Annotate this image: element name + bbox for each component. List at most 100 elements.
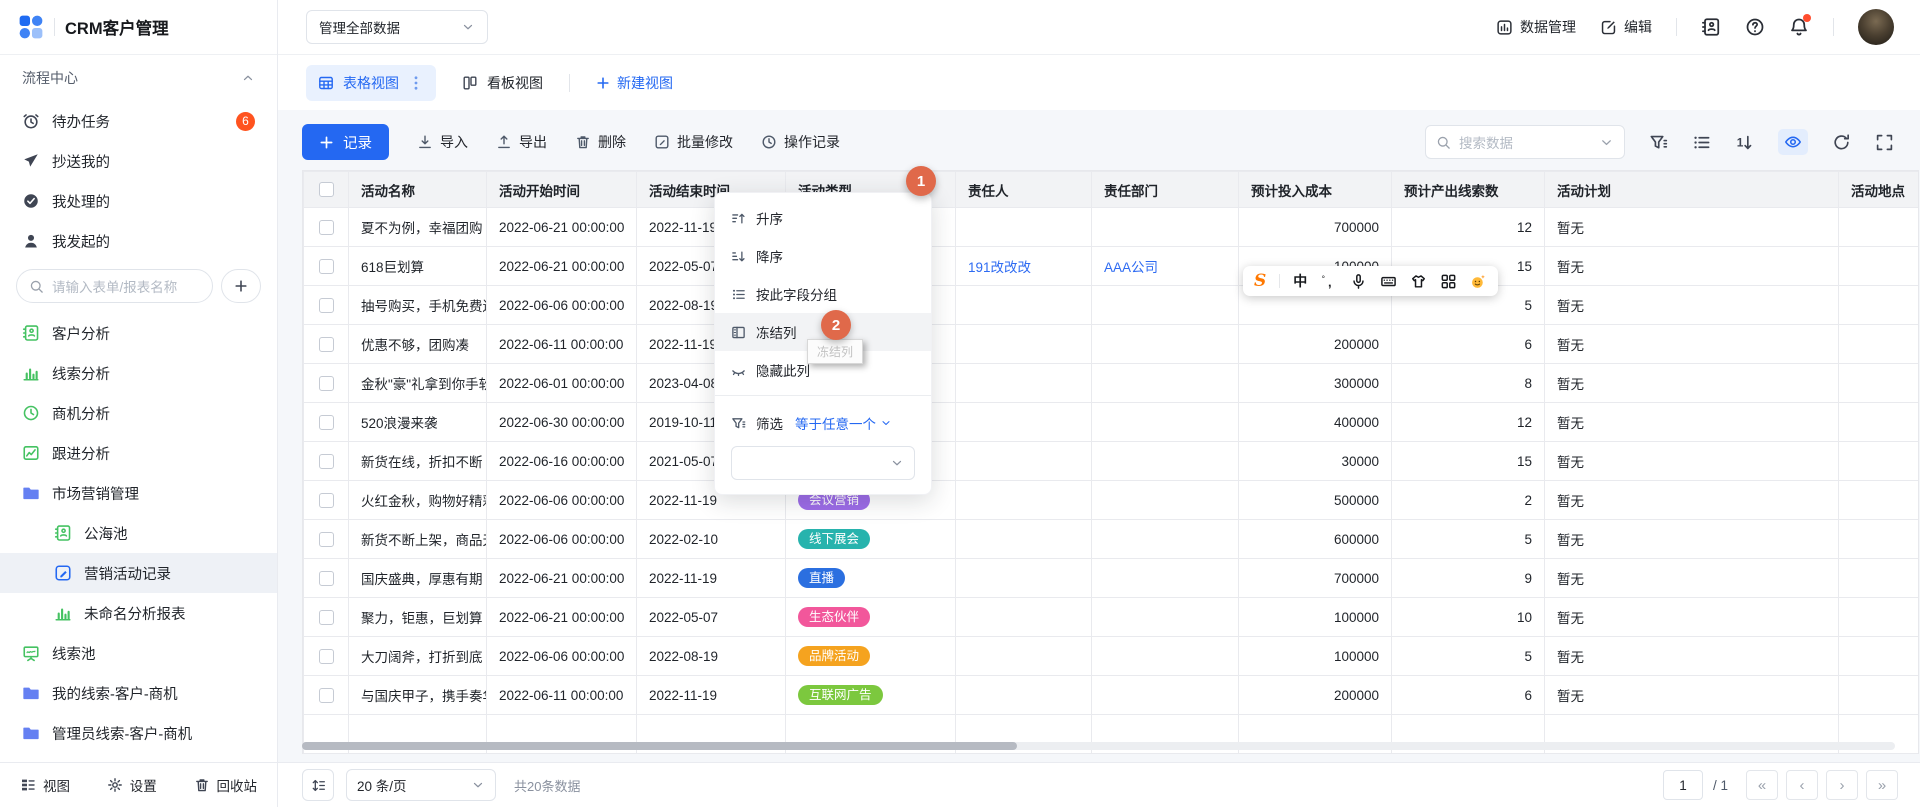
cell-department[interactable]: AAA公司: [1092, 247, 1239, 286]
sidebar-section-process[interactable]: 流程中心: [0, 55, 277, 101]
checkbox[interactable]: [319, 259, 334, 274]
column-header-活动开始时间[interactable]: 活动开始时间: [487, 172, 637, 208]
first-page-button[interactable]: «: [1746, 770, 1778, 800]
column-header-活动地点[interactable]: 活动地点: [1839, 172, 1920, 208]
checkbox[interactable]: [319, 337, 334, 352]
add-record-button[interactable]: 记录: [302, 124, 389, 160]
row-checkbox-cell[interactable]: [304, 481, 349, 520]
toolbar-导入-button[interactable]: 导入: [417, 132, 468, 152]
help-button[interactable]: [1745, 17, 1765, 37]
checkbox[interactable]: [319, 688, 334, 703]
toolbar-批量修改-button[interactable]: 批量修改: [654, 132, 733, 152]
record-link[interactable]: AAA公司: [1104, 260, 1158, 275]
checkbox[interactable]: [319, 220, 334, 235]
sort-icon[interactable]: 1: [1735, 133, 1754, 152]
select-all-checkbox[interactable]: [304, 172, 349, 208]
row-checkbox-cell[interactable]: [304, 364, 349, 403]
tab-table-view[interactable]: 表格视图: [306, 65, 436, 101]
visibility-toggle[interactable]: [1778, 129, 1808, 155]
row-checkbox-cell[interactable]: [304, 598, 349, 637]
sidebar-item-我发起的[interactable]: 我发起的: [0, 221, 277, 261]
checkbox[interactable]: [319, 415, 334, 430]
toolbar-导出-button[interactable]: 导出: [496, 132, 547, 152]
last-page-button[interactable]: »: [1866, 770, 1898, 800]
row-height-button[interactable]: [302, 769, 334, 801]
notifications-button[interactable]: [1789, 17, 1809, 37]
checkbox[interactable]: [319, 571, 334, 586]
sidebar-item-我的线索-客户-商机[interactable]: 我的线索-客户-商机: [0, 673, 277, 713]
sidebar-item-抄送我的[interactable]: 抄送我的: [0, 141, 277, 181]
field-list-icon[interactable]: [1692, 133, 1711, 152]
fullscreen-icon[interactable]: [1875, 133, 1894, 152]
sidebar-item-营销活动记录[interactable]: 营销活动记录: [0, 553, 277, 593]
sidebar-item-商机分析[interactable]: 商机分析: [0, 393, 277, 433]
microphone-icon[interactable]: [1350, 273, 1367, 290]
row-checkbox-cell[interactable]: [304, 559, 349, 598]
row-checkbox-cell[interactable]: [304, 637, 349, 676]
row-checkbox-cell[interactable]: [304, 208, 349, 247]
checkbox[interactable]: [319, 376, 334, 391]
row-checkbox-cell[interactable]: [304, 442, 349, 481]
toolbar-操作记录-button[interactable]: 操作记录: [761, 132, 840, 152]
filter-condition-link[interactable]: 等于任意一个: [795, 413, 902, 433]
column-header-责任人[interactable]: 责任人: [956, 172, 1092, 208]
refresh-icon[interactable]: [1832, 133, 1851, 152]
user-avatar[interactable]: [1858, 9, 1894, 45]
contacts-button[interactable]: [1701, 17, 1721, 37]
more-dots-icon[interactable]: [408, 75, 424, 91]
checkbox[interactable]: [319, 493, 334, 508]
filter-value-select[interactable]: [731, 446, 915, 480]
new-view-button[interactable]: 新建视图: [596, 73, 673, 93]
checkbox[interactable]: [319, 454, 334, 469]
toolbox-icon[interactable]: [1440, 273, 1457, 290]
row-checkbox-cell[interactable]: [304, 676, 349, 715]
sidebar-item-跟进分析[interactable]: 跟进分析: [0, 433, 277, 473]
emoji-icon[interactable]: [1470, 273, 1487, 290]
data-scope-select[interactable]: 管理全部数据: [306, 10, 488, 44]
sidebar-item-市场营销管理[interactable]: 市场营销管理: [0, 473, 277, 513]
toolbar-删除-button[interactable]: 删除: [575, 132, 626, 152]
table-search-input[interactable]: 搜索数据: [1425, 125, 1625, 159]
skin-icon[interactable]: [1410, 273, 1427, 290]
column-header-责任部门[interactable]: 责任部门: [1092, 172, 1239, 208]
checkbox[interactable]: [319, 532, 334, 547]
punctuation-icon[interactable]: °,: [1320, 273, 1337, 290]
column-header-预计投入成本[interactable]: 预计投入成本: [1239, 172, 1392, 208]
menu-item-按此字段分组[interactable]: 按此字段分组: [715, 275, 931, 313]
sidebar-item-我处理的[interactable]: 我处理的: [0, 181, 277, 221]
sidebar-item-未命名分析报表[interactable]: 未命名分析报表: [0, 593, 277, 633]
prev-page-button[interactable]: ‹: [1786, 770, 1818, 800]
column-header-活动名称[interactable]: 活动名称: [349, 172, 487, 208]
sidebar-item-线索分析[interactable]: 线索分析: [0, 353, 277, 393]
bottom-设置-button[interactable]: 设置: [107, 775, 157, 795]
row-checkbox-cell[interactable]: [304, 325, 349, 364]
cell-owner[interactable]: 191改改改: [956, 247, 1092, 286]
chevron-up-icon[interactable]: [241, 71, 255, 85]
record-link[interactable]: 191改改改: [968, 260, 1031, 275]
cn-mode-icon[interactable]: 中: [1293, 271, 1307, 291]
page-number-input[interactable]: 1: [1663, 770, 1703, 800]
hscrollbar-thumb[interactable]: [302, 742, 1017, 750]
checkbox[interactable]: [319, 610, 334, 625]
add-form-button[interactable]: [221, 269, 261, 303]
sogou-logo-icon[interactable]: S: [1254, 273, 1266, 290]
checkbox[interactable]: [319, 182, 334, 197]
column-header-预计产出线索数[interactable]: 预计产出线索数: [1392, 172, 1545, 208]
data-manage-button[interactable]: 数据管理: [1496, 17, 1576, 37]
sidebar-search-input[interactable]: 请输入表单/报表名称: [16, 269, 213, 303]
checkbox[interactable]: [319, 298, 334, 313]
checkbox[interactable]: [319, 649, 334, 664]
tab-kanban-view[interactable]: 看板视图: [462, 73, 543, 93]
sidebar-item-管理员线索-客户-商机[interactable]: 管理员线索-客户-商机: [0, 713, 277, 753]
page-size-select[interactable]: 20 条/页: [346, 769, 496, 801]
sidebar-item-线索池[interactable]: 线索池: [0, 633, 277, 673]
bottom-视图-button[interactable]: 视图: [20, 775, 70, 795]
row-checkbox-cell[interactable]: [304, 520, 349, 559]
row-checkbox-cell[interactable]: [304, 286, 349, 325]
sidebar-item-待办任务[interactable]: 待办任务6: [0, 101, 277, 141]
menu-item-升序[interactable]: 升序: [715, 199, 931, 237]
next-page-button[interactable]: ›: [1826, 770, 1858, 800]
keyboard-icon[interactable]: [1380, 273, 1397, 290]
filter-icon[interactable]: [1649, 133, 1668, 152]
edit-button[interactable]: 编辑: [1600, 17, 1652, 37]
